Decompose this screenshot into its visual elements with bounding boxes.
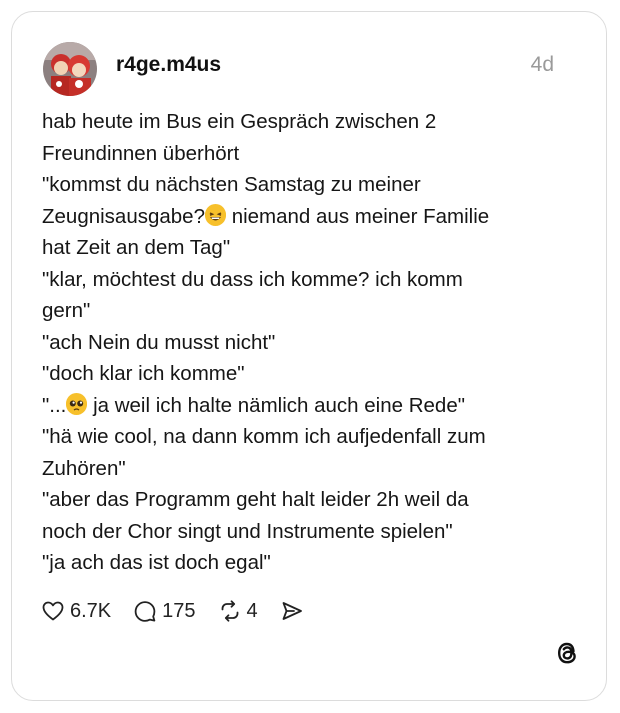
post-line: hab heute im Bus ein Gespräch zwischen 2: [42, 110, 437, 133]
post-line-text: ja weil ich halte nämlich auch eine Rede…: [87, 393, 466, 417]
post-line: "aber das Programm geht halt leider 2h w…: [42, 488, 469, 511]
comment-icon: [134, 601, 156, 622]
post-line: "ach Nein du musst nicht": [42, 330, 276, 354]
repost-button[interactable]: 4: [218, 599, 258, 623]
avatar-image: [43, 42, 97, 96]
post-line: Freundinnen überhört: [42, 141, 240, 165]
timestamp: 4d: [530, 53, 554, 76]
share-button[interactable]: [280, 599, 309, 623]
send-icon: [282, 602, 302, 620]
repost-count: 4: [246, 599, 258, 622]
action-bar: 6.7K 175 4: [41, 596, 331, 626]
post-line: "... ja weil ich halte nämlich auch eine…: [42, 390, 587, 422]
username[interactable]: r4ge.m4us: [116, 53, 221, 77]
post-line: noch der Chor singt und Instrumente spie…: [42, 519, 453, 543]
grinning-squinting-face-emoji: [205, 203, 226, 226]
post-line: "ja ach das ist doch egal": [42, 551, 271, 574]
post-line: "hä wie cool, na dann komm ich aufjedenf…: [42, 425, 486, 448]
post-line-text: "...: [42, 393, 67, 417]
post-line: "doch klar ich komme": [42, 362, 245, 385]
post-line: hat Zeit an dem Tag": [42, 236, 231, 259]
heart-icon: [42, 601, 64, 621]
like-count: 6.7K: [70, 599, 112, 622]
post-line: "kommst du nächsten Samstag zu meiner: [42, 173, 421, 196]
repost-icon: [221, 600, 238, 622]
post-line-text: niemand aus meiner Familie: [226, 204, 490, 228]
post-text: hab heute im Bus ein Gespräch zwischen 2…: [42, 106, 587, 579]
post-line: Zuhören": [42, 456, 126, 480]
post-card: r4ge.m4us 4d hab heute im Bus ein Gesprä…: [11, 11, 607, 701]
threads-logo-icon: [554, 639, 580, 672]
post-line-text: Zeugnisausgabe?: [42, 204, 205, 228]
post-line: "klar, möchtest du dass ich komme? ich k…: [42, 267, 463, 291]
avatar[interactable]: [43, 42, 97, 96]
reply-button[interactable]: 175: [133, 599, 196, 623]
post-line: Zeugnisausgabe? niemand aus meiner Famil…: [42, 201, 587, 233]
like-button[interactable]: 6.7K: [41, 599, 111, 623]
post-line: gern": [42, 299, 91, 322]
reply-count: 175: [162, 599, 196, 622]
pleading-face-emoji: [66, 392, 88, 415]
